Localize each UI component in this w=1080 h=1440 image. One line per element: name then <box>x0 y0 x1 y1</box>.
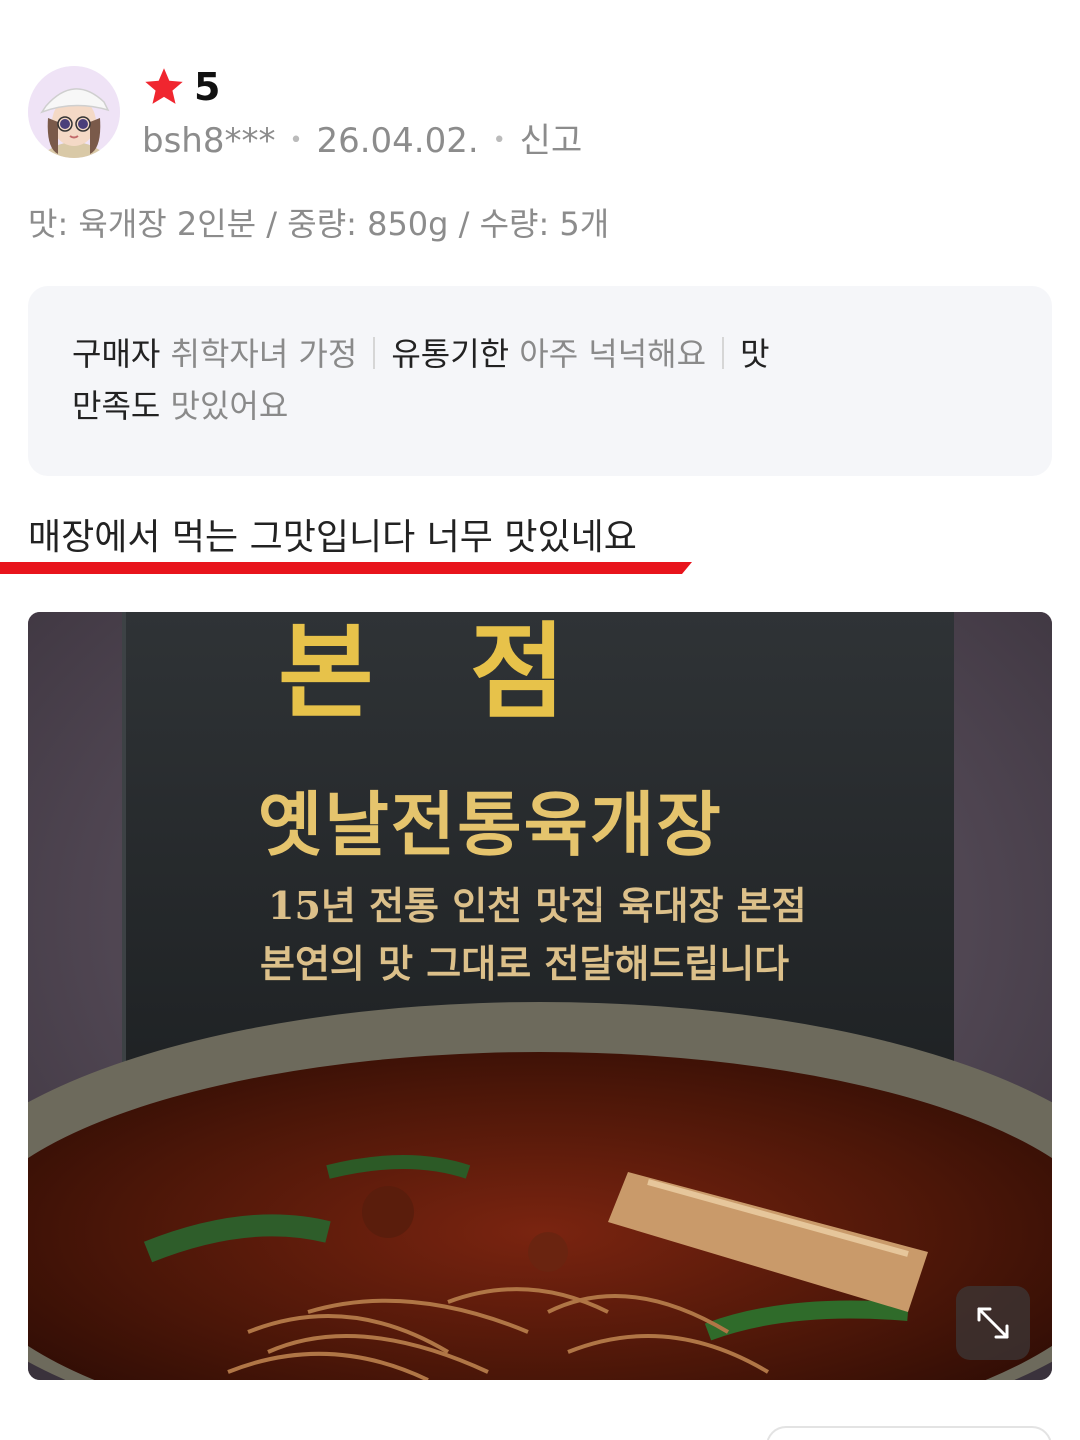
survey-value: 맛있어요 <box>170 387 289 425</box>
survey-box: 구매자 취학자녀 가정 유통기한 아주 넉넉해요 맛 만족도 맛있어요 <box>28 286 1052 476</box>
report-link[interactable]: 신고 <box>520 118 583 164</box>
survey-key: 구매자 <box>72 335 161 373</box>
divider <box>722 337 725 369</box>
review-photo[interactable]: 본 점 옛날전통육개장 15년 전통 인천 맛집 육대장 본점 본연의 맛 그대… <box>28 612 1052 1380</box>
review-text: 매장에서 먹는 그맛입니다 너무 맛있네요 <box>28 517 637 558</box>
rating: 5 <box>142 64 220 110</box>
highlight-underline <box>0 562 692 574</box>
author-name: bsh8*** <box>142 121 276 161</box>
survey-line: 구매자 취학자녀 가정 유통기한 아주 넉넉해요 맛 <box>72 328 1008 380</box>
survey-key: 맛 <box>740 335 770 373</box>
survey-line: 만족도 맛있어요 <box>72 380 1008 432</box>
divider <box>373 337 376 369</box>
survey-key: 유통기한 <box>391 335 510 373</box>
separator-dot: • <box>289 128 303 153</box>
review-meta: bsh8*** • 26.04.02. • 신고 <box>142 118 582 164</box>
survey-value: 아주 넉넉해요 <box>519 335 707 373</box>
photo-brand-text: 본 점 <box>278 612 596 733</box>
expand-button[interactable] <box>956 1286 1030 1360</box>
survey-value: 취학자녀 가정 <box>170 335 358 373</box>
avatar[interactable] <box>28 66 120 158</box>
review-card: 5 bsh8*** • 26.04.02. • 신고 맛: 육개장 2인분 / … <box>0 0 1080 1440</box>
photo-product-name: 옛날전통육개장 <box>258 783 723 866</box>
separator-dot: • <box>492 128 506 153</box>
purchase-option: 맛: 육개장 2인분 / 중량: 850g / 수량: 5개 <box>28 205 610 243</box>
review-date: 26.04.02. <box>316 121 479 161</box>
photo-tagline: 15년 전통 인천 맛집 육대장 본점 <box>268 883 807 928</box>
expand-icon <box>977 1307 1009 1339</box>
survey-key: 만족도 <box>72 387 161 425</box>
rating-value: 5 <box>194 65 221 109</box>
photo-tagline: 본연의 맛 그대로 전달해드립니다 <box>260 941 790 986</box>
bottom-pill-button[interactable] <box>766 1426 1052 1440</box>
star-icon <box>145 68 183 104</box>
